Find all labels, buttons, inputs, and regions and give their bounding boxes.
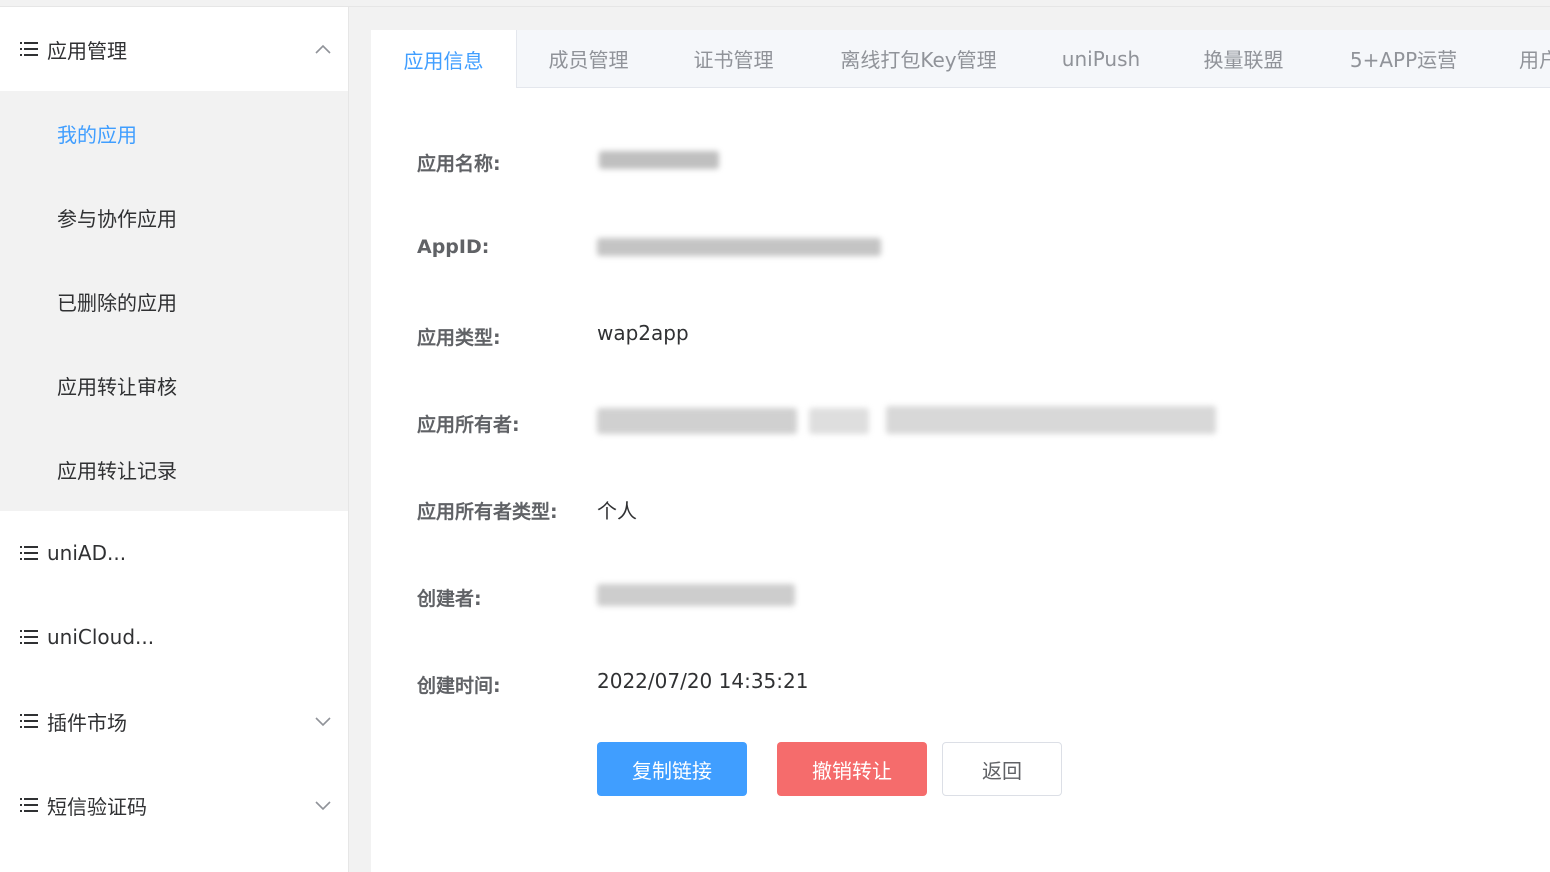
sidebar: 应用管理 我的应用 参与协作应用 已删除的应用 应用转让审核 应用转让记录 un… (0, 7, 349, 872)
list-icon (20, 546, 38, 560)
menu-group-app-management[interactable]: 应用管理 (0, 7, 348, 91)
menu-group-label: uniAD... (47, 541, 127, 565)
chevron-up-icon (315, 44, 331, 54)
owner-value-redacted-2 (809, 408, 869, 434)
tab-exchange-alliance[interactable]: 换量联盟 (1171, 30, 1316, 87)
created-time-label: 创建时间: (417, 675, 501, 697)
owner-value-redacted-3 (886, 406, 1216, 434)
app-detail-panel: 应用信息 成员管理 证书管理 离线打包Key管理 uniPush 换量联盟 5+… (371, 30, 1550, 872)
app-type-label: 应用类型: (417, 327, 501, 349)
menu-group-label: 应用管理 (47, 38, 127, 63)
menu-group-label: 短信验证码 (47, 794, 147, 819)
tab-5plus-app-operations[interactable]: 5+APP运营 (1316, 30, 1491, 87)
app-name-label: 应用名称: (417, 153, 501, 175)
menu-group-label: uniCloud... (47, 625, 155, 649)
top-border (0, 0, 1550, 7)
list-icon (20, 630, 38, 644)
back-button[interactable]: 返回 (942, 742, 1062, 796)
tab-unipush[interactable]: uniPush (1031, 30, 1171, 87)
creator-value-redacted (597, 584, 795, 606)
menu-group-plugin-market[interactable]: 插件市场 (0, 679, 348, 763)
app-type-value: wap2app (597, 321, 689, 345)
list-icon (20, 714, 38, 728)
tab-app-info[interactable]: 应用信息 (371, 30, 517, 88)
owner-type-value: 个人 (597, 499, 637, 523)
chevron-down-icon (315, 801, 331, 811)
list-icon (20, 798, 38, 812)
tab-bar: 应用信息 成员管理 证书管理 离线打包Key管理 uniPush 换量联盟 5+… (371, 30, 1550, 88)
tab-users[interactable]: 用户 (1491, 30, 1550, 87)
tab-offline-key-management[interactable]: 离线打包Key管理 (806, 30, 1031, 87)
submenu-item-collab-apps[interactable]: 参与协作应用 (0, 175, 348, 259)
list-icon (20, 42, 38, 56)
app-name-value-redacted (599, 151, 719, 169)
submenu-item-label: 应用转让审核 (57, 375, 177, 399)
created-time-value: 2022/07/20 14:35:21 (597, 669, 809, 693)
app-management-submenu: 我的应用 参与协作应用 已删除的应用 应用转让审核 应用转让记录 (0, 91, 348, 511)
copy-link-button[interactable]: 复制链接 (597, 742, 747, 796)
submenu-item-transfer-records[interactable]: 应用转让记录 (0, 427, 348, 511)
owner-label: 应用所有者: (417, 414, 520, 436)
submenu-item-my-apps[interactable]: 我的应用 (0, 91, 348, 175)
menu-group-uniad[interactable]: uniAD... (0, 511, 348, 595)
submenu-item-label: 我的应用 (57, 123, 137, 147)
submenu-item-transfer-review[interactable]: 应用转让审核 (0, 343, 348, 427)
appid-value-redacted (597, 238, 881, 256)
submenu-item-label: 应用转让记录 (57, 459, 177, 483)
owner-type-label: 应用所有者类型: (417, 501, 558, 523)
creator-label: 创建者: (417, 588, 482, 610)
menu-group-sms-code[interactable]: 短信验证码 (0, 763, 348, 847)
cancel-transfer-button[interactable]: 撤销转让 (777, 742, 927, 796)
tab-member-management[interactable]: 成员管理 (516, 30, 661, 87)
submenu-item-deleted-apps[interactable]: 已删除的应用 (0, 259, 348, 343)
tab-certificate-management[interactable]: 证书管理 (661, 30, 806, 87)
menu-group-unicloud[interactable]: uniCloud... (0, 595, 348, 679)
owner-value-redacted-1 (597, 408, 797, 434)
submenu-item-label: 参与协作应用 (57, 207, 177, 231)
chevron-down-icon (315, 717, 331, 727)
menu-group-label: 插件市场 (47, 710, 127, 735)
submenu-item-label: 已删除的应用 (57, 291, 177, 315)
appid-label: AppID: (417, 236, 490, 258)
